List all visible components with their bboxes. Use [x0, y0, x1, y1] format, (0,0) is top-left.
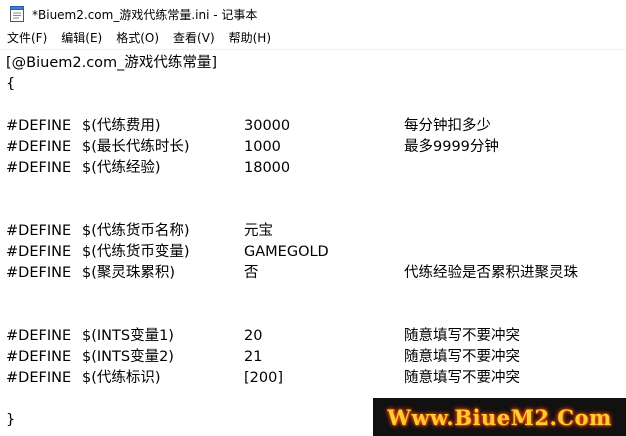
- line-variable: $(代练货币变量): [82, 244, 190, 260]
- line-variable: $(代练费用): [82, 118, 161, 134]
- line-comment: 最多9999分钟: [404, 139, 499, 155]
- line-comment: 代练经验是否累积进聚灵珠: [404, 265, 578, 281]
- notepad-icon: [10, 6, 24, 22]
- line-variable: $(INTS变量2): [82, 349, 174, 365]
- line-keyword: {: [6, 76, 16, 92]
- line-value: 21: [244, 349, 263, 365]
- line-variable: $(代练经验): [82, 160, 161, 176]
- menu-help[interactable]: 帮助(H): [222, 28, 278, 49]
- line-keyword: [@Biuem2.com_游戏代练常量]: [6, 55, 218, 71]
- line-comment: 随意填写不要冲突: [404, 349, 520, 365]
- line-keyword: #DEFINE: [6, 244, 72, 260]
- line-comment: 随意填写不要冲突: [404, 328, 520, 344]
- line-value: 30000: [244, 118, 291, 134]
- line-value: 元宝: [244, 223, 273, 239]
- line-value: 20: [244, 328, 263, 344]
- line-keyword: #DEFINE: [6, 349, 72, 365]
- text-editor[interactable]: [@Biuem2.com_游戏代练常量] { #DEFINE $(代练费用) 30000…: [0, 50, 626, 436]
- menu-edit[interactable]: 编辑(E): [54, 28, 109, 49]
- site-watermark: Www.BiueM2.Com: [373, 398, 626, 436]
- line-keyword: }: [6, 412, 16, 428]
- line-variable: $(聚灵珠累积): [82, 265, 176, 281]
- line-variable: $(INTS变量1): [82, 328, 174, 344]
- line-keyword: #DEFINE: [6, 265, 72, 281]
- menu-file[interactable]: 文件(F): [0, 28, 54, 49]
- line-keyword: #DEFINE: [6, 118, 72, 134]
- title-bar[interactable]: *Biuem2.com_游戏代练常量.ini - 记事本: [0, 0, 626, 28]
- line-keyword: #DEFINE: [6, 160, 72, 176]
- line-comment: 每分钟扣多少: [404, 118, 491, 134]
- menu-view[interactable]: 查看(V): [166, 28, 222, 49]
- line-keyword: #DEFINE: [6, 328, 72, 344]
- line-value: 18000: [244, 160, 291, 176]
- line-comment: 随意填写不要冲突: [404, 370, 520, 386]
- line-keyword: #DEFINE: [6, 370, 72, 386]
- line-value: 1000: [244, 139, 281, 155]
- menu-format[interactable]: 格式(O): [109, 28, 166, 49]
- watermark-text: Www.BiueM2.Com: [387, 404, 612, 430]
- line-value: GAMEGOLD: [244, 244, 329, 260]
- line-variable: $(最长代练时长): [82, 139, 190, 155]
- window-title: *Biuem2.com_游戏代练常量.ini - 记事本: [32, 8, 258, 22]
- line-variable: $(代练货币名称): [82, 223, 190, 239]
- line-keyword: #DEFINE: [6, 139, 72, 155]
- menu-bar: 文件(F) 编辑(E) 格式(O) 查看(V) 帮助(H): [0, 28, 626, 49]
- line-value: 否: [244, 265, 259, 281]
- line-keyword: #DEFINE: [6, 223, 72, 239]
- line-variable: $(代练标识): [82, 370, 161, 386]
- line-value: [200]: [244, 370, 283, 386]
